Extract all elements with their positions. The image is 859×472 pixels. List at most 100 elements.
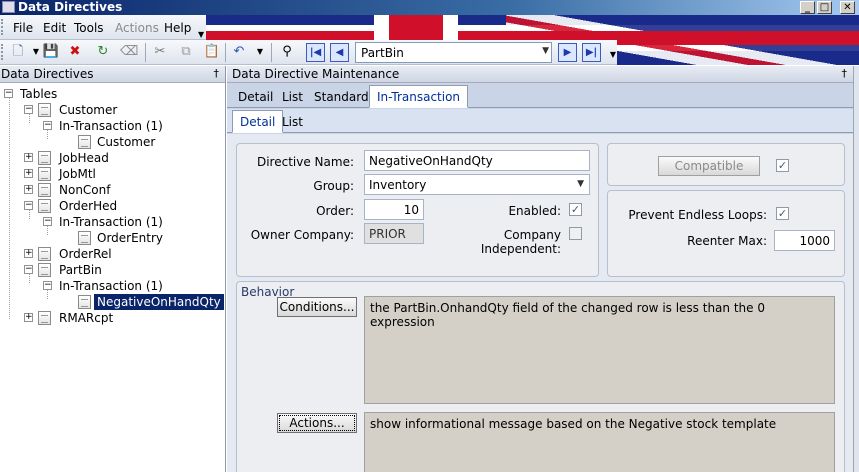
tree-pane-header: Data Directives † [0, 66, 225, 83]
next-record-icon[interactable]: ▶ [558, 43, 577, 62]
paste-icon[interactable]: 📋 [203, 43, 221, 61]
top-tab-strip: Detail List Standard In-Transaction [227, 84, 853, 108]
expand-icon[interactable]: + [24, 169, 33, 178]
collapse-icon[interactable]: − [4, 89, 13, 98]
maintenance-pane: Data Directive Maintenance † Detail List… [227, 66, 853, 472]
collapse-icon[interactable]: − [43, 217, 52, 226]
collapse-icon[interactable]: − [24, 201, 33, 210]
tab-in-transaction[interactable]: In-Transaction [369, 85, 469, 108]
directive-name-label: Directive Name: [256, 155, 354, 169]
cut-icon[interactable]: ✂ [151, 43, 169, 61]
conditions-button[interactable]: Conditions... [277, 297, 357, 317]
maintenance-pane-header: Data Directive Maintenance † [227, 66, 853, 83]
tree-pane: Data Directives † − Tables − Customer − … [0, 66, 226, 472]
collapse-icon[interactable]: − [24, 105, 33, 114]
reenter-max-field[interactable]: 1000 [774, 230, 835, 251]
reenter-max-label: Reenter Max: [687, 234, 767, 248]
menu-help[interactable]: Help [164, 21, 191, 35]
tree-node-label: Tables [20, 87, 58, 101]
undo-dropdown-icon[interactable]: ▼ [251, 43, 269, 61]
grip-handle[interactable] [1, 19, 4, 35]
menu-bar: File Edit Tools Actions Help ▼ [0, 15, 206, 40]
tab-detail[interactable]: Detail [238, 90, 273, 104]
group-label: Group: [313, 179, 354, 193]
chevron-down-icon[interactable]: ▼ [542, 46, 549, 56]
toolbar-overflow-icon[interactable]: ▼ [604, 46, 622, 64]
enabled-checkbox[interactable]: ✓ [569, 203, 582, 216]
compatibility-group: Compatible ✓ [607, 143, 845, 186]
save-icon[interactable]: 💾 [42, 43, 60, 61]
scrollbar[interactable] [853, 66, 859, 472]
table-icon [38, 183, 51, 197]
table-icon [38, 167, 51, 181]
expand-icon[interactable]: + [24, 185, 33, 194]
last-record-icon[interactable]: ▶| [582, 43, 601, 62]
order-field[interactable]: 10 [364, 199, 424, 220]
undo-icon[interactable]: ↶ [230, 43, 248, 61]
loop-settings-group: Prevent Endless Loops: ✓ Reenter Max: 10… [607, 190, 845, 277]
refresh-icon[interactable]: ↻ [94, 43, 112, 61]
actions-button[interactable]: Actions... [277, 413, 357, 433]
previous-record-icon[interactable]: ◀ [330, 43, 349, 62]
tree-node-label: PartBin [59, 263, 102, 277]
directive-tree: − Tables − Customer − In-Transaction (1)… [0, 84, 225, 472]
title-bar: Data Directives _ □ ✕ [0, 0, 859, 15]
menu-overflow-icon[interactable]: ▼ [198, 30, 204, 39]
toolbar-grip[interactable] [1, 44, 4, 60]
behavior-group: Behavior Conditions... the PartBin.Onhan… [236, 281, 845, 472]
menu-edit[interactable]: Edit [43, 21, 66, 35]
tab-list[interactable]: List [282, 90, 303, 104]
compatible-button[interactable]: Compatible [658, 156, 760, 176]
prevent-loops-label: Prevent Endless Loops: [628, 208, 767, 222]
company-independent-checkbox[interactable] [569, 227, 582, 240]
pin-icon[interactable]: † [842, 66, 848, 82]
first-record-icon[interactable]: |◀ [306, 43, 325, 62]
collapse-icon[interactable]: − [24, 265, 33, 274]
actions-text: show informational message based on the … [364, 412, 835, 472]
sub-tab-strip: Detail List [227, 109, 853, 133]
maximize-button[interactable]: □ [817, 1, 832, 14]
binoculars-search-icon[interactable]: ⚲ [278, 43, 296, 61]
tree-node-label: RMARcpt [59, 311, 114, 325]
prevent-loops-checkbox[interactable]: ✓ [776, 207, 789, 220]
menu-actions[interactable]: Actions [115, 21, 159, 35]
copy-icon[interactable]: ⧉ [177, 43, 195, 61]
compatible-checkbox[interactable]: ✓ [776, 159, 789, 172]
tree-node-label: In-Transaction (1) [59, 215, 163, 229]
group-select[interactable]: Inventory ▼ [364, 174, 590, 195]
expand-icon[interactable]: + [24, 249, 33, 258]
tab-standard[interactable]: Standard [314, 90, 369, 104]
tree-node-label: NegativeOnHandQty [94, 294, 224, 310]
minimize-button[interactable]: _ [800, 1, 815, 14]
toolbar-separator [271, 43, 272, 62]
menu-file[interactable]: File [13, 21, 33, 35]
tree-pane-title: Data Directives [1, 67, 94, 81]
pin-icon[interactable]: † [214, 66, 220, 82]
chevron-down-icon[interactable]: ▼ [577, 179, 584, 189]
directive-icon [78, 135, 91, 149]
collapse-icon[interactable]: − [43, 281, 52, 290]
tree-node-label: JobHead [59, 151, 109, 165]
delete-icon[interactable]: ✖ [66, 43, 84, 61]
eraser-icon[interactable]: ⌫ [120, 43, 138, 61]
table-icon [38, 151, 51, 165]
close-button[interactable]: ✕ [840, 1, 855, 14]
owner-company-label: Owner Company: [250, 228, 354, 242]
expand-icon[interactable]: + [24, 313, 33, 322]
tree-node-label: OrderHed [59, 199, 118, 213]
toolbar-separator [145, 43, 146, 62]
directive-name-field[interactable]: NegativeOnHandQty [364, 150, 590, 171]
subtab-detail[interactable]: Detail [232, 110, 284, 133]
company-independent-label: Company Independent: [480, 228, 561, 256]
table-icon [38, 199, 51, 213]
collapse-icon[interactable]: − [43, 121, 52, 130]
new-icon[interactable]: 🗋 [9, 43, 27, 61]
menu-tools[interactable]: Tools [74, 21, 104, 35]
directive-icon [78, 231, 91, 245]
tree-node-label: OrderEntry [97, 231, 164, 245]
expand-icon[interactable]: + [24, 153, 33, 162]
record-combo[interactable]: PartBin ▼ [355, 42, 552, 63]
subtab-list[interactable]: List [282, 115, 303, 129]
directive-group: Directive Name: NegativeOnHandQty Group:… [236, 143, 599, 277]
owner-company-field: PRIOR [364, 223, 424, 244]
